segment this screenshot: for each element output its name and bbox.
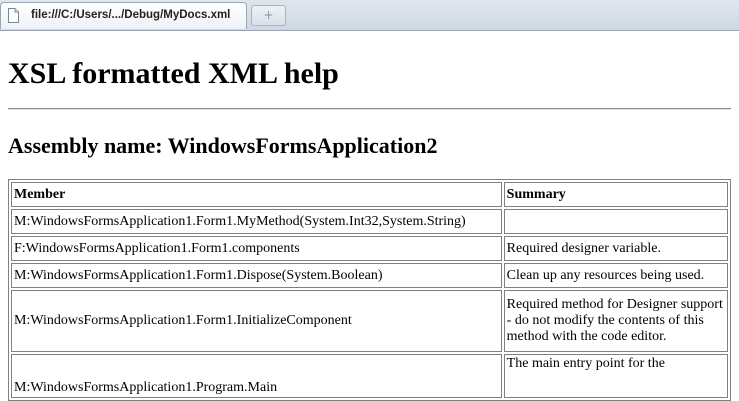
assembly-heading: Assembly name: WindowsFormsApplication2 <box>8 133 438 158</box>
page-title: XSL formatted XML help <box>8 57 339 90</box>
table-row: M:WindowsFormsApplication1.Form1.Dispose… <box>11 263 728 288</box>
summary-cell <box>503 209 728 234</box>
table-header-row: Member Summary <box>11 182 728 207</box>
new-tab-button[interactable]: + <box>251 5 286 26</box>
member-cell: M:WindowsFormsApplication1.Form1.Initial… <box>11 290 502 352</box>
header-summary: Summary <box>503 182 728 207</box>
summary-cell: The main entry point for the <box>503 354 728 398</box>
member-cell: M:WindowsFormsApplication1.Program.Main <box>11 354 502 398</box>
header-member: Member <box>11 182 502 207</box>
divider <box>8 108 731 110</box>
tab-title: file:///C:/Users/.../Debug/MyDocs.xml <box>31 9 231 21</box>
browser-tab-strip: file:///C:/Users/.../Debug/MyDocs.xml + <box>0 0 739 31</box>
table-row: F:WindowsFormsApplication1.Form1.compone… <box>11 236 728 261</box>
summary-cell: Clean up any resources being used. <box>503 263 728 288</box>
table-row: M:WindowsFormsApplication1.Program.Main … <box>11 354 728 398</box>
table-row: M:WindowsFormsApplication1.Form1.MyMetho… <box>11 209 728 234</box>
member-cell: M:WindowsFormsApplication1.Form1.Dispose… <box>11 263 502 288</box>
members-table: Member Summary M:WindowsFormsApplication… <box>8 179 731 401</box>
member-cell: M:WindowsFormsApplication1.Form1.MyMetho… <box>11 209 502 234</box>
table-row: M:WindowsFormsApplication1.Form1.Initial… <box>11 290 728 352</box>
member-cell: F:WindowsFormsApplication1.Form1.compone… <box>11 236 502 261</box>
browser-tab[interactable]: file:///C:/Users/.../Debug/MyDocs.xml <box>0 2 247 29</box>
summary-cell: Required designer variable. <box>503 236 728 261</box>
summary-cell: Required method for Designer support - d… <box>503 290 728 352</box>
document-icon <box>8 8 19 23</box>
